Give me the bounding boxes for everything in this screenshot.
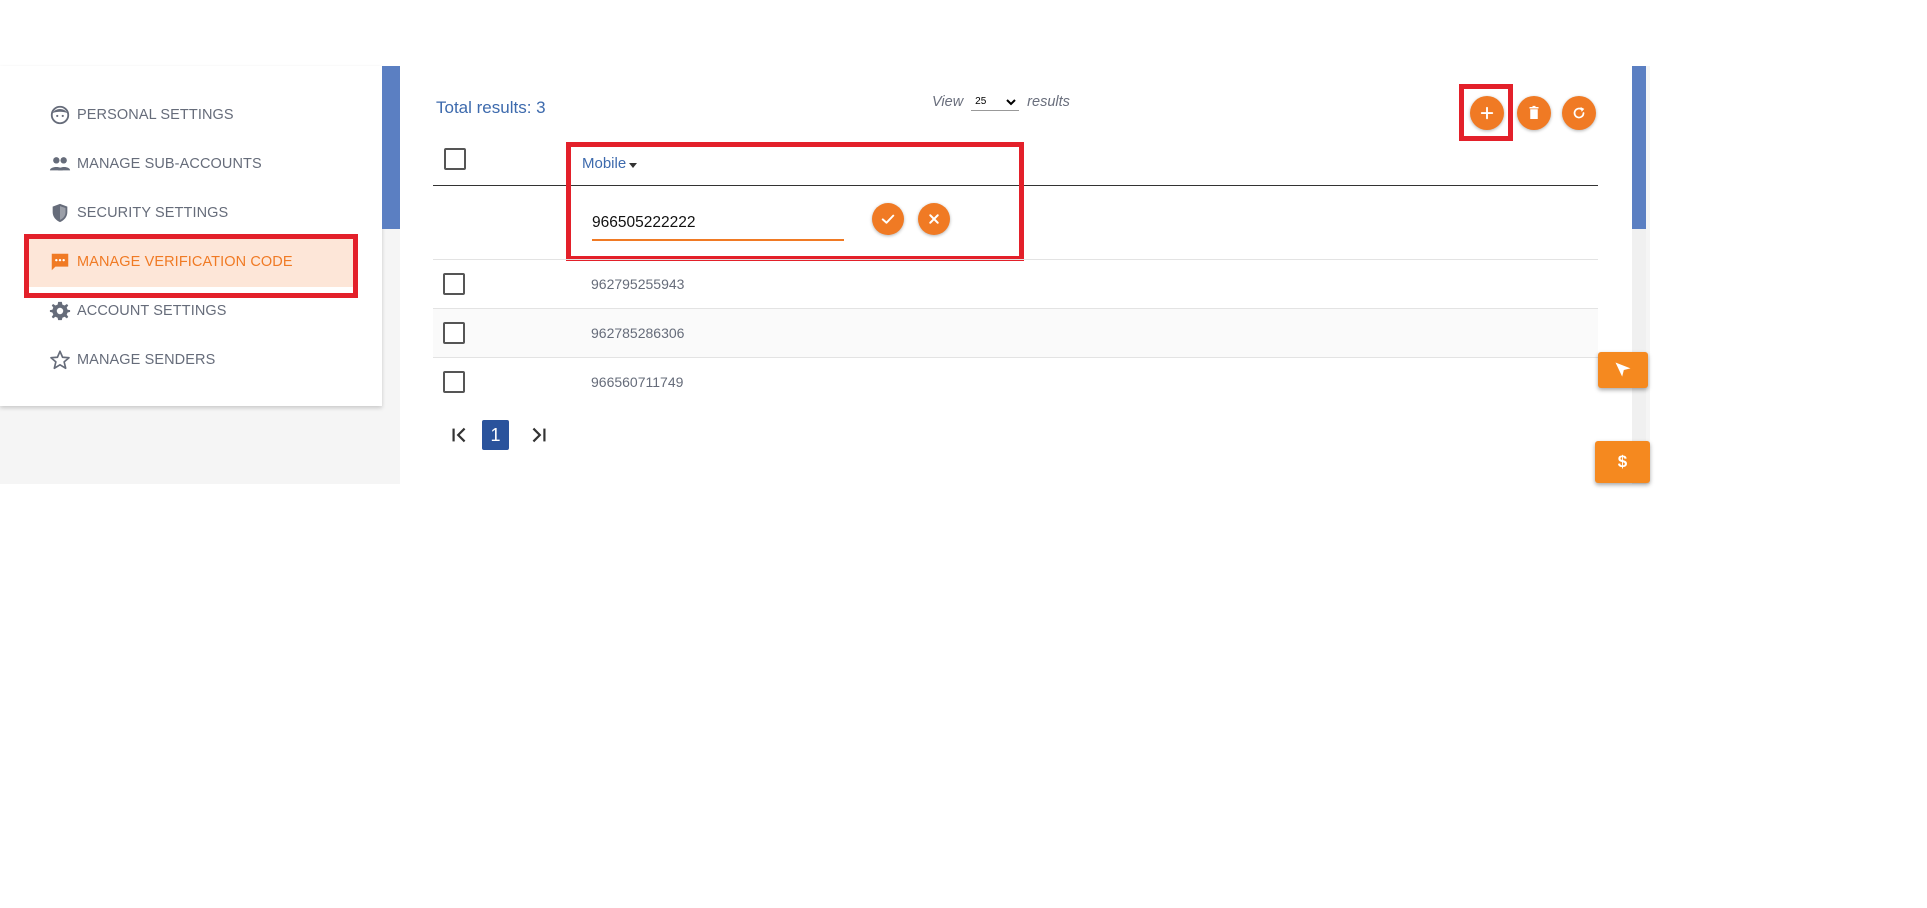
sidebar-item-label: PERSONAL SETTINGS [77, 107, 234, 123]
row-checkbox[interactable] [443, 322, 465, 344]
mobile-cell: 966560711749 [591, 374, 684, 390]
star-icon [48, 348, 72, 372]
sidebar-item-manage-senders[interactable]: MANAGE SENDERS [24, 335, 354, 385]
gear-icon [48, 299, 72, 323]
last-page-button[interactable] [527, 420, 549, 450]
page-size-select[interactable]: 25 [971, 93, 1020, 111]
row-checkbox[interactable] [443, 273, 465, 295]
refresh-button[interactable] [1562, 96, 1596, 130]
highlight-box-filter [566, 142, 1024, 261]
first-page-icon [452, 427, 466, 443]
table-row: 966560711749 [433, 357, 1598, 406]
view-selector: View 25 results [932, 93, 1070, 111]
table-row: 962795255943 [433, 259, 1598, 308]
first-page-button[interactable] [449, 420, 471, 450]
sidebar-item-label: MANAGE SENDERS [77, 352, 216, 368]
sidebar-item-label: SECURITY SETTINGS [77, 205, 229, 221]
people-icon [48, 152, 72, 176]
send-icon [1615, 362, 1631, 377]
sidebar-item-security-settings[interactable]: SECURITY SETTINGS [24, 188, 354, 238]
send-float-button[interactable] [1598, 352, 1648, 388]
delete-button[interactable] [1517, 96, 1551, 130]
view-label: View [932, 94, 964, 110]
main-scrollbar-thumb[interactable] [1632, 66, 1646, 229]
results-label: results [1027, 94, 1070, 110]
shield-icon [48, 201, 72, 225]
sidebar-item-personal-settings[interactable]: PERSONAL SETTINGS [24, 90, 354, 140]
table-row: 962785286306 [433, 308, 1598, 357]
sidebar-item-label: ACCOUNT SETTINGS [77, 303, 227, 319]
highlight-box-add [1459, 84, 1513, 141]
sidebar-item-label: MANAGE SUB-ACCOUNTS [77, 156, 262, 172]
last-page-icon [532, 427, 546, 443]
face-icon [48, 103, 72, 127]
dollar-icon: $ [1617, 452, 1628, 471]
mobile-cell: 962795255943 [591, 276, 685, 292]
highlight-box-sidebar [24, 234, 358, 298]
mobile-cell: 962785286306 [591, 325, 685, 341]
pricing-float-button[interactable]: $ [1595, 441, 1650, 483]
sidebar-scrollbar[interactable] [382, 66, 400, 229]
select-all-checkbox[interactable] [444, 148, 466, 170]
row-checkbox[interactable] [443, 371, 465, 393]
total-results: Total results: 3 [436, 98, 546, 117]
refresh-icon [1573, 107, 1585, 119]
trash-icon [1529, 105, 1539, 119]
page-number-current[interactable]: 1 [482, 420, 509, 450]
sidebar-item-manage-sub-accounts[interactable]: MANAGE SUB-ACCOUNTS [24, 139, 354, 189]
